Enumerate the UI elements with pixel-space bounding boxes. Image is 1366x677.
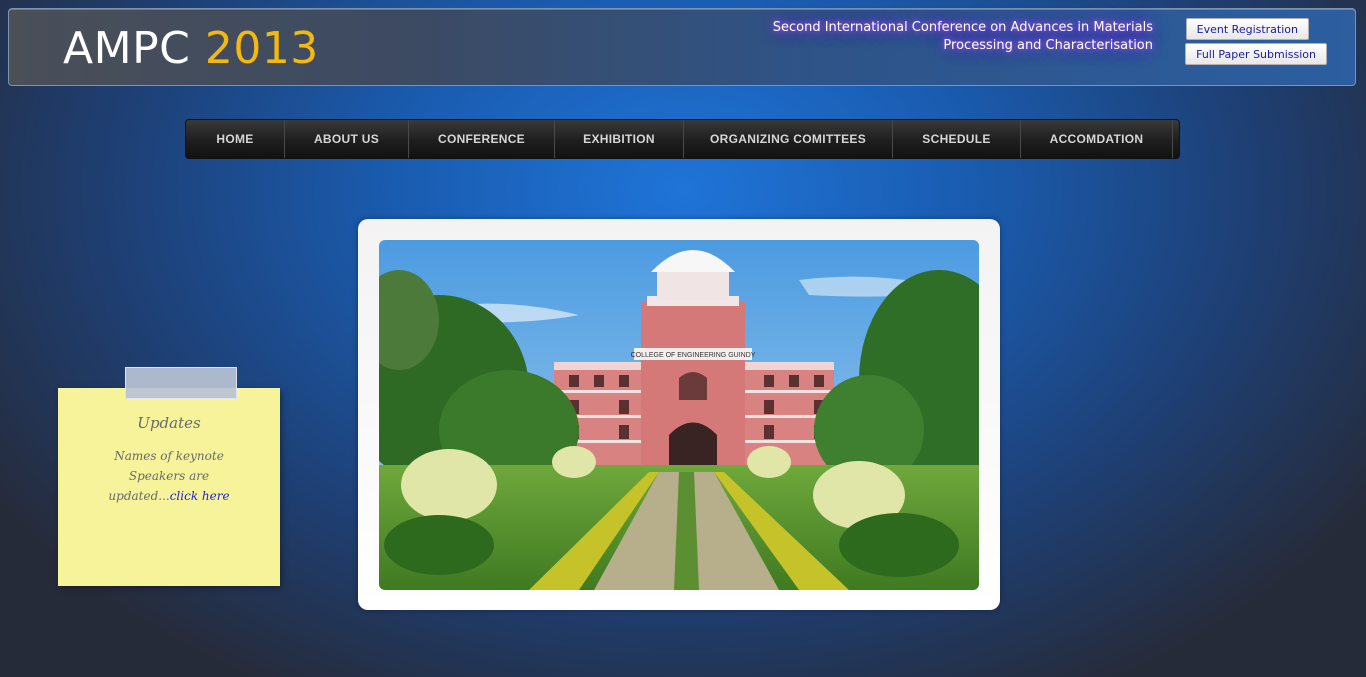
note-tape: [125, 367, 237, 399]
updates-text-line1: Names of keynote: [114, 449, 224, 463]
nav-exhibition[interactable]: EXHIBITION: [555, 120, 684, 158]
campus-building-image: COLLEGE OF ENGINEERING GUINDY: [379, 240, 979, 590]
conference-title: Second International Conference on Advan…: [773, 19, 1153, 55]
conference-title-line2: Processing and Characterisation: [943, 38, 1153, 53]
main-nav: HOME ABOUT US CONFERENCE EXHIBITION ORGA…: [185, 119, 1180, 159]
logo-year: 2013: [204, 23, 319, 74]
nav-organizing-committees[interactable]: ORGANIZING COMITTEES: [684, 120, 893, 158]
updates-note: Updates Names of keynote Speakers are up…: [58, 388, 280, 586]
site-logo[interactable]: AMPC 2013: [63, 23, 319, 74]
updates-text-line3: updated...: [108, 489, 170, 503]
site-header: AMPC 2013 Second International Conferenc…: [8, 8, 1356, 86]
nav-accommodation[interactable]: ACCOMDATION: [1021, 120, 1173, 158]
full-paper-submission-button[interactable]: Full Paper Submission: [1185, 43, 1327, 65]
photo-frame: COLLEGE OF ENGINEERING GUINDY: [358, 219, 1000, 610]
logo-text: AMPC: [63, 23, 191, 74]
nav-about-us[interactable]: ABOUT US: [285, 120, 409, 158]
conference-title-line1: Second International Conference on Advan…: [772, 20, 1153, 35]
updates-text: Names of keynote Speakers are updated...…: [76, 446, 262, 506]
click-here-link[interactable]: click here: [170, 489, 230, 503]
campus-photo: COLLEGE OF ENGINEERING GUINDY: [379, 240, 979, 590]
building-sign: COLLEGE OF ENGINEERING GUINDY: [631, 352, 756, 359]
nav-conference[interactable]: CONFERENCE: [409, 120, 555, 158]
event-registration-button[interactable]: Event Registration: [1185, 18, 1309, 40]
nav-home[interactable]: HOME: [186, 120, 285, 158]
updates-title: Updates: [137, 414, 201, 432]
updates-text-line2: Speakers are: [128, 469, 210, 483]
nav-schedule[interactable]: SCHEDULE: [893, 120, 1021, 158]
